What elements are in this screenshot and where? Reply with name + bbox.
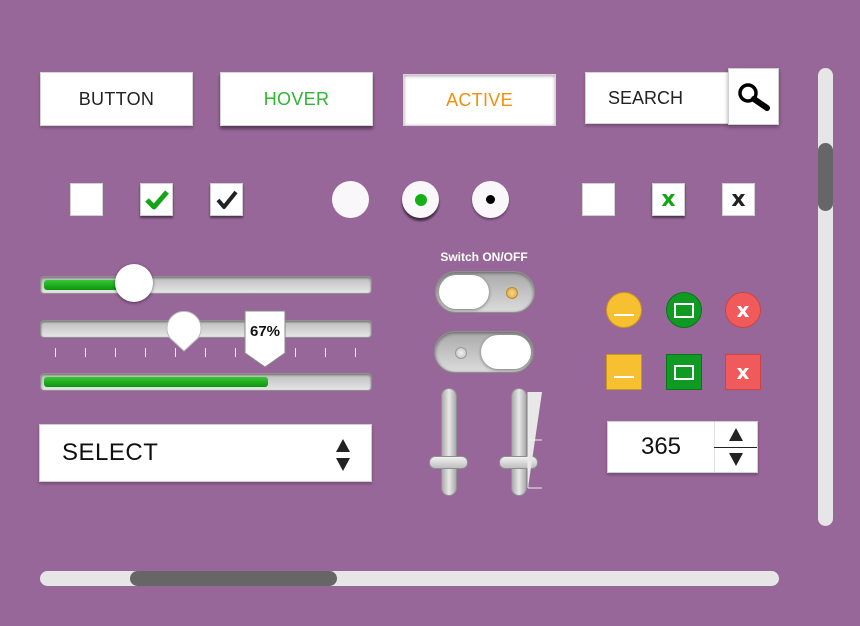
switch-title: Switch ON/OFF xyxy=(440,250,528,264)
checkbox-unchecked[interactable] xyxy=(70,183,103,216)
search-input[interactable]: SEARCH xyxy=(585,72,730,124)
button-default[interactable]: BUTTON xyxy=(40,72,193,126)
slider-thumb-1[interactable] xyxy=(115,264,153,302)
slider-tick xyxy=(145,348,146,357)
button-active[interactable]: ACTIVE xyxy=(403,74,556,126)
slider-thumb-2[interactable] xyxy=(166,311,202,353)
stepper-value: 365 xyxy=(640,433,682,460)
slider-tick xyxy=(85,348,86,357)
switch-led-grey xyxy=(455,347,467,359)
slider-tick xyxy=(355,348,356,357)
slider-tick xyxy=(55,348,56,357)
vertical-scrollbar-thumb[interactable] xyxy=(818,143,833,211)
x-mark-icon: x xyxy=(661,187,676,212)
maximize-icon xyxy=(674,364,694,380)
button-hover-label: HOVER xyxy=(263,88,330,109)
up-down-arrows-icon xyxy=(336,439,350,471)
stepper-down-icon[interactable] xyxy=(728,451,744,467)
slider-track-2[interactable] xyxy=(40,320,372,338)
minimize-icon xyxy=(614,314,634,316)
minimize-icon xyxy=(614,376,634,378)
slider-tick xyxy=(175,348,176,357)
radio-black-selected[interactable] xyxy=(472,181,509,218)
volume-scale xyxy=(527,392,542,489)
minimize-button-square[interactable] xyxy=(606,354,642,390)
slider-tick xyxy=(115,348,116,357)
vertical-slider-track-2[interactable] xyxy=(511,388,527,496)
radio-dot xyxy=(486,195,495,204)
search-button[interactable] xyxy=(728,68,779,125)
minimize-button-round[interactable] xyxy=(606,292,642,328)
x-mark-icon: x xyxy=(731,187,746,212)
toggle-switch-off[interactable] xyxy=(435,271,535,313)
horizontal-scrollbar-thumb[interactable] xyxy=(130,571,337,586)
number-stepper[interactable]: 365 xyxy=(607,421,758,473)
maximize-button-round[interactable] xyxy=(666,292,702,328)
maximize-button-square[interactable] xyxy=(666,354,702,390)
button-active-label: ACTIVE xyxy=(446,89,513,110)
slider-tick xyxy=(295,348,296,357)
slider-tick xyxy=(205,348,206,357)
switch-knob xyxy=(439,275,489,309)
close-icon: x xyxy=(736,360,750,384)
switch-knob xyxy=(481,335,531,369)
progress-bar xyxy=(40,373,372,391)
stepper-up-icon[interactable] xyxy=(728,427,744,443)
close-button-round[interactable]: x xyxy=(725,292,761,328)
radio-dot xyxy=(414,193,427,206)
maximize-icon xyxy=(674,302,694,318)
xbox-dark-marked[interactable]: x xyxy=(722,183,755,216)
progress-fill xyxy=(44,377,268,387)
button-hover[interactable]: HOVER xyxy=(220,72,373,126)
checkbox-dark-checked[interactable] xyxy=(210,183,243,216)
slider-tick xyxy=(325,348,326,357)
slider-tick xyxy=(235,348,236,357)
toggle-switch-on[interactable] xyxy=(434,331,534,373)
search-input-value: SEARCH xyxy=(608,87,684,108)
checkbox-green-checked[interactable] xyxy=(140,183,173,216)
percent-label: 67% xyxy=(249,323,281,340)
radio-green-selected[interactable] xyxy=(402,181,439,218)
magnifier-icon xyxy=(737,82,770,111)
check-icon xyxy=(144,189,169,209)
radio-unselected[interactable] xyxy=(332,181,369,218)
switch-led-amber xyxy=(506,287,518,299)
select-value: SELECT xyxy=(62,439,159,466)
vertical-scrollbar-track[interactable] xyxy=(818,68,833,526)
check-icon xyxy=(215,190,238,209)
vertical-slider-track-1[interactable] xyxy=(441,388,457,496)
close-button-square[interactable]: x xyxy=(725,354,761,390)
select-dropdown[interactable]: SELECT xyxy=(39,424,372,482)
close-icon: x xyxy=(736,298,750,322)
xbox-empty[interactable] xyxy=(582,183,615,216)
slider-track-1[interactable] xyxy=(40,276,372,294)
button-default-label: BUTTON xyxy=(78,88,155,109)
xbox-green-marked[interactable]: x xyxy=(652,183,685,216)
vertical-slider-thumb-1[interactable] xyxy=(429,456,468,469)
